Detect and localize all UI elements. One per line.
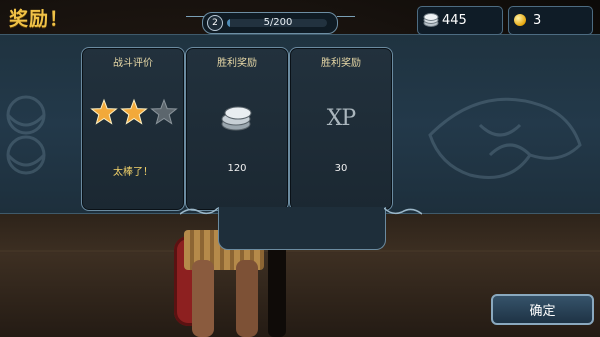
level-progress: 2 5/200 — [202, 12, 338, 34]
silver-counter: 445 — [417, 6, 503, 35]
spear-shaft — [268, 240, 286, 337]
progress-text: 5/200 — [263, 17, 293, 28]
card-title: 战斗评价 — [113, 58, 153, 69]
xp-reward-value: 30 — [334, 163, 348, 174]
star-filled-icon — [120, 98, 148, 125]
card-title: 胜利奖励 — [321, 58, 361, 69]
victory-reward-xp-card: 胜利奖励 XP 30 — [289, 47, 393, 211]
ornament-left — [180, 207, 218, 215]
card-title: 胜利奖励 — [217, 58, 257, 69]
xp-icon: XP — [326, 106, 356, 131]
level-badge: 2 — [207, 15, 223, 31]
silver-coins-icon — [423, 13, 439, 27]
star-empty-icon — [150, 98, 178, 125]
victory-reward-silver-card: 胜利奖励 120 — [185, 47, 289, 211]
star-filled-icon — [90, 98, 118, 125]
silver-coins-icon — [221, 106, 252, 131]
celtic-wolf-decoration — [428, 97, 582, 179]
progress-wing-right — [337, 16, 355, 27]
silver-reward-value: 120 — [227, 163, 247, 174]
rating-stars — [90, 98, 178, 125]
battle-rating-card: 战斗评价 太棒了！ — [81, 47, 185, 211]
ornament-right — [384, 207, 422, 215]
gold-amount: 3 — [533, 13, 542, 28]
page-title: 奖励！ — [9, 8, 70, 30]
silver-amount: 445 — [442, 13, 467, 28]
rating-text: 太棒了！ — [113, 167, 153, 178]
confirm-button[interactable]: 确定 — [491, 294, 594, 325]
warrior-leg — [192, 260, 214, 337]
reward-tray — [218, 207, 386, 250]
celtic-knot-decoration-left — [6, 95, 46, 175]
warrior-leg — [236, 260, 258, 337]
gold-counter: 3 — [508, 6, 593, 35]
gold-coin-icon — [514, 14, 526, 26]
